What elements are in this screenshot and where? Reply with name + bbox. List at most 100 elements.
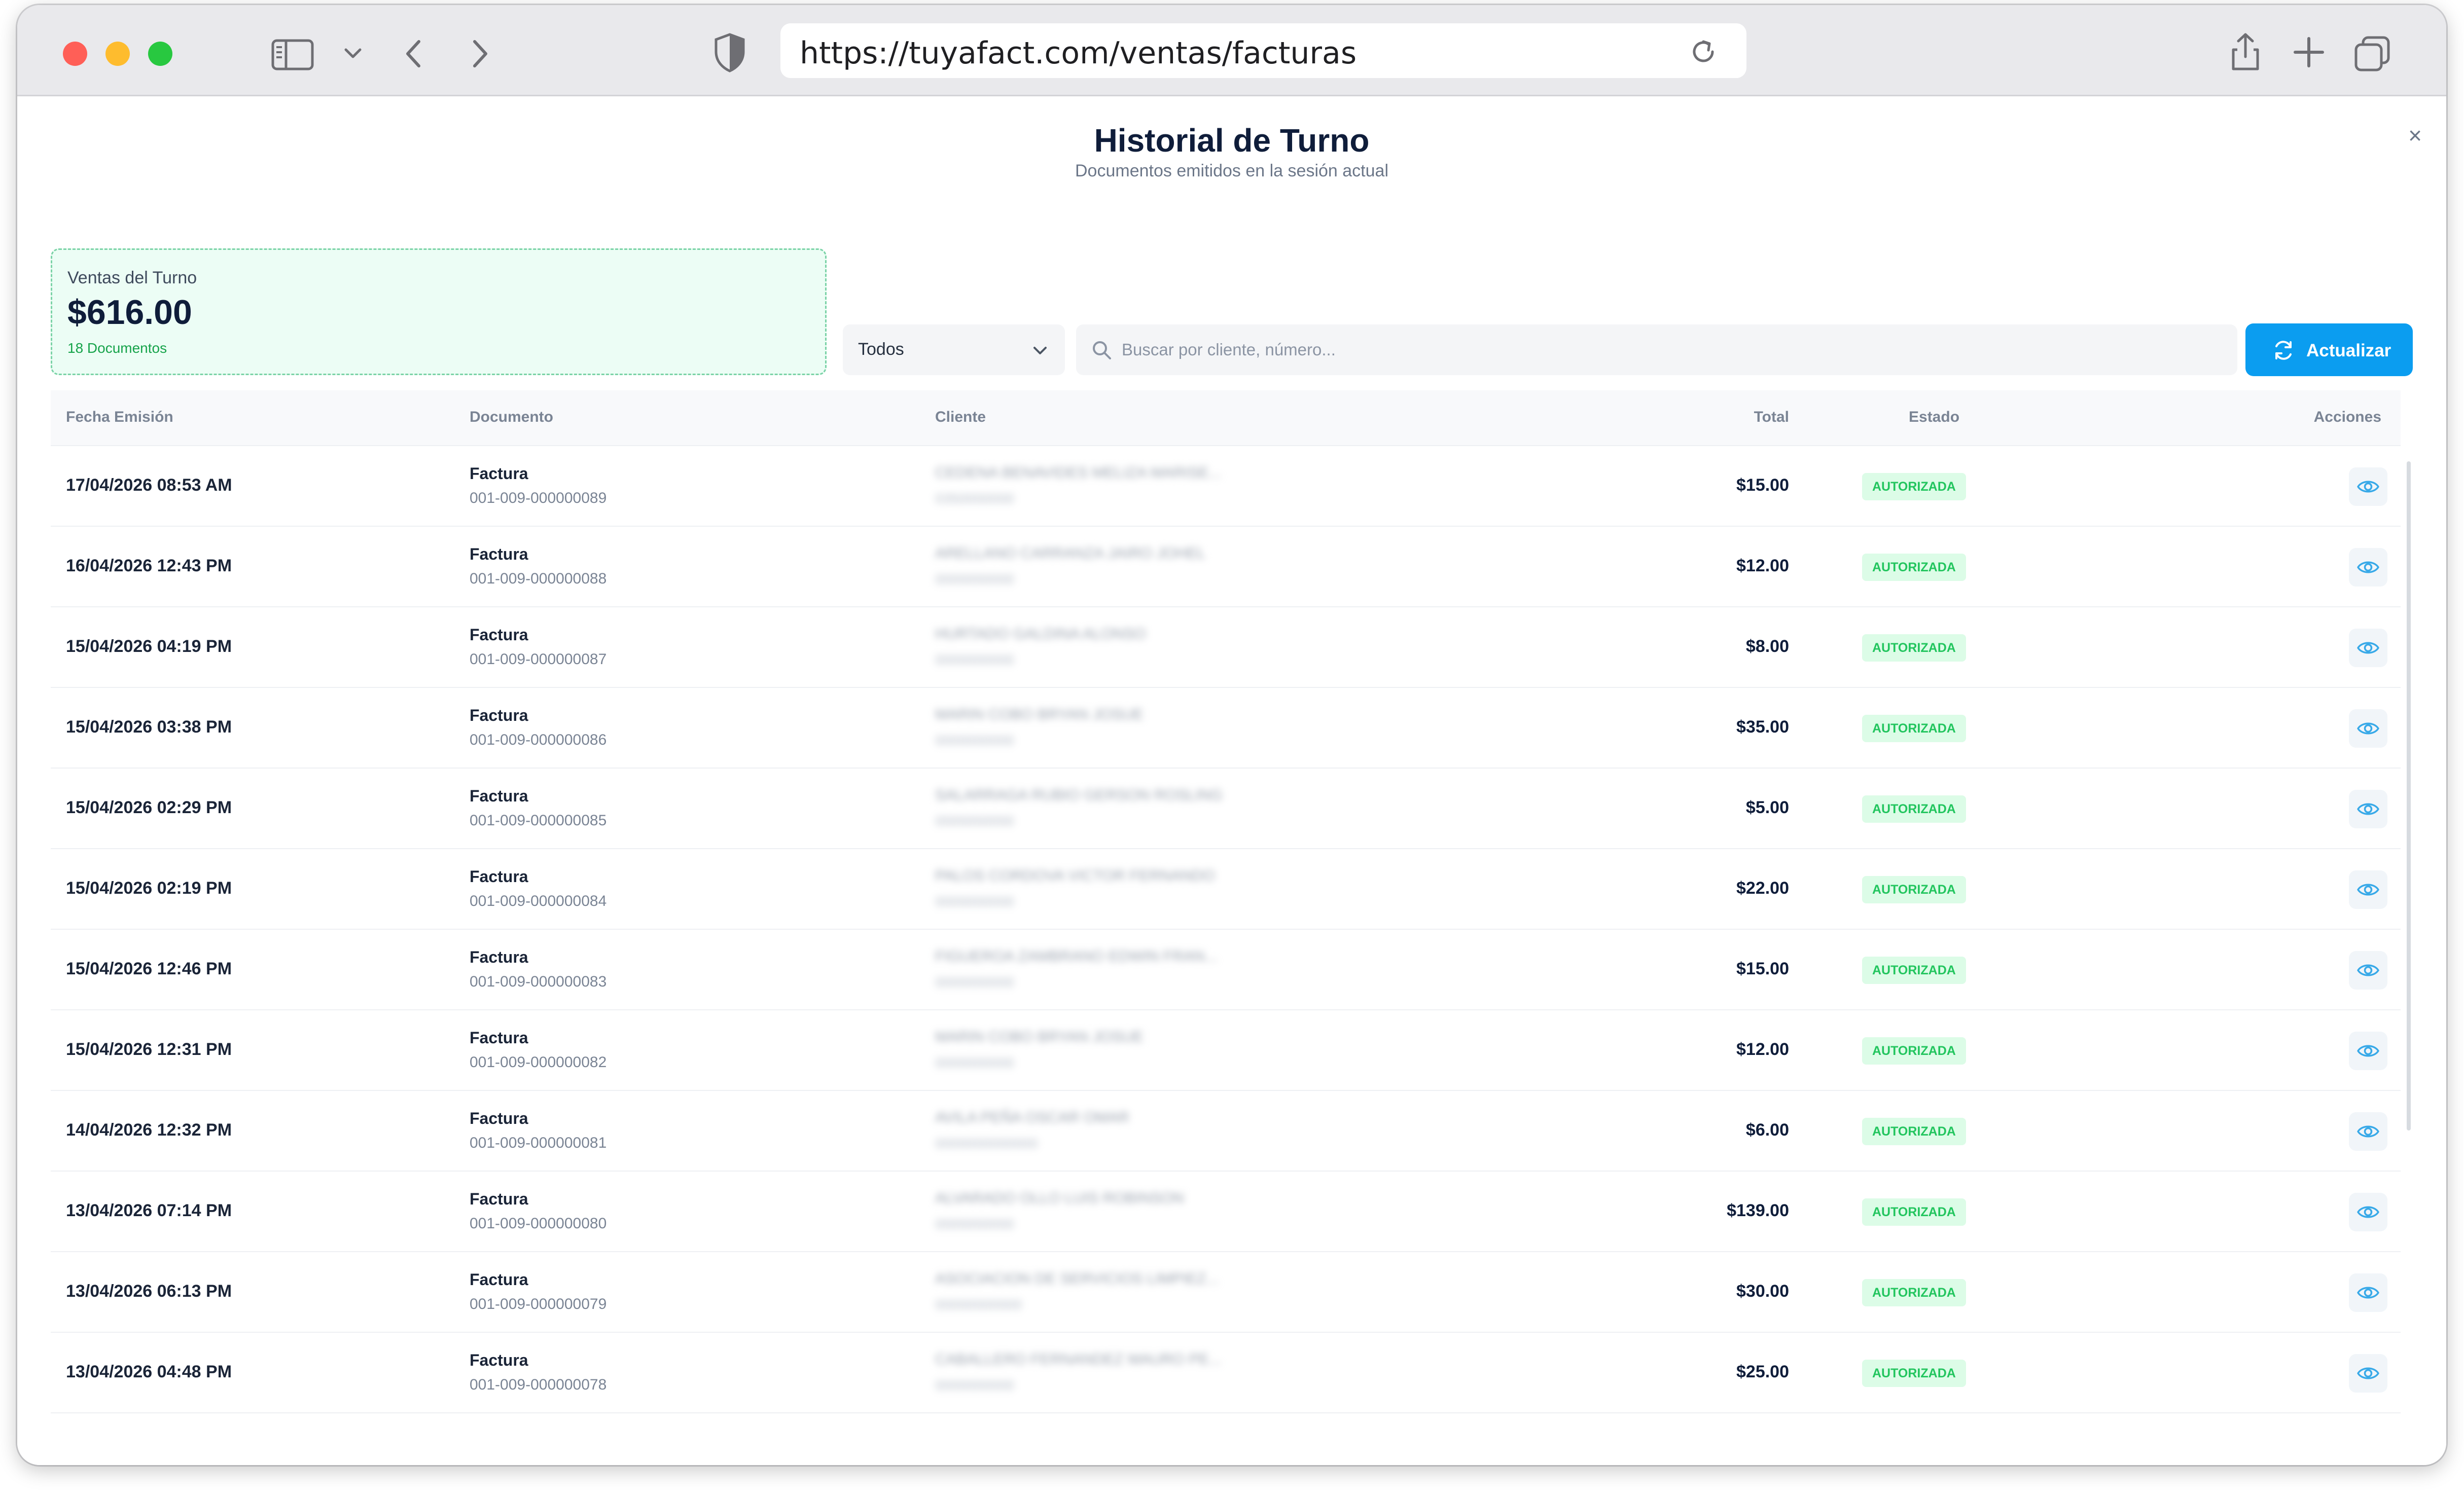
browser-toolbar: https://tuyafact.com/ventas/facturas: [17, 5, 2446, 96]
header-document: Documento: [470, 409, 553, 425]
document-number: 001-009-000000086: [470, 732, 607, 748]
table-row[interactable]: 16/04/2026 12:43 PM Factura 001-009-000000…: [51, 527, 2401, 607]
document-type: Factura: [470, 464, 528, 483]
status-badge: AUTORIZADA: [1862, 473, 1966, 500]
view-document-button[interactable]: [2349, 1354, 2387, 1393]
emission-date: 15/04/2026 12:31 PM: [66, 1040, 232, 1059]
share-icon[interactable]: [2228, 31, 2263, 72]
search-field[interactable]: [1076, 324, 2237, 375]
header-status: Estado: [1909, 409, 1960, 425]
view-document-button[interactable]: [2349, 870, 2387, 909]
status-badge: AUTORIZADA: [1862, 715, 1966, 742]
emission-date: 15/04/2026 03:38 PM: [66, 717, 232, 737]
document-number: 001-009-000000088: [470, 570, 607, 587]
table-scrollbar[interactable]: [2407, 461, 2411, 1130]
tab-overview-icon[interactable]: [2354, 35, 2390, 72]
emission-date: 17/04/2026 08:53 AM: [66, 476, 232, 495]
sidebar-toggle-icon[interactable]: [271, 39, 314, 71]
maximize-window-button[interactable]: [148, 42, 172, 66]
view-document-button[interactable]: [2349, 467, 2387, 506]
table-row[interactable]: 13/04/2026 07:14 PM Factura 001-009-000000…: [51, 1172, 2401, 1252]
table-row[interactable]: 17/04/2026 08:53 AM Factura 001-009-000000…: [51, 446, 2401, 527]
status-badge: AUTORIZADA: [1862, 554, 1966, 581]
view-document-button[interactable]: [2349, 790, 2387, 828]
status-badge: AUTORIZADA: [1862, 634, 1966, 662]
emission-date: 15/04/2026 12:46 PM: [66, 959, 232, 978]
table-row[interactable]: 13/04/2026 04:48 PM Factura 001-009-000000…: [51, 1333, 2401, 1413]
eye-icon: [2357, 1045, 2379, 1057]
client-id: 0000000000: [935, 1216, 1014, 1232]
client-name: ALVARADO OLLO LUIS ROBINSON: [935, 1190, 1184, 1207]
forward-arrow-icon[interactable]: [469, 38, 491, 70]
document-total: $5.00: [1745, 798, 1789, 817]
shift-history-modal: Historial de Turno Documentos emitidos e…: [17, 96, 2446, 1465]
client-id: 0000000000: [935, 1055, 1014, 1071]
document-type: Factura: [470, 626, 528, 644]
address-bar[interactable]: https://tuyafact.com/ventas/facturas: [780, 23, 1746, 78]
status-badge: AUTORIZADA: [1862, 1198, 1966, 1226]
emission-date: 13/04/2026 06:13 PM: [66, 1282, 232, 1301]
document-count: 18 Documentos: [67, 340, 167, 356]
client-name: PALOS CORDOVA VICTOR FERNANDO: [935, 867, 1215, 884]
header-actions: Acciones: [2313, 409, 2381, 425]
document-number: 001-009-000000080: [470, 1215, 607, 1232]
url-text: https://tuyafact.com/ventas/facturas: [800, 35, 1357, 71]
table-row[interactable]: 15/04/2026 12:46 PM Factura 001-009-000000…: [51, 930, 2401, 1010]
client-name: CABALLERO FERNANDEZ MAURO PE...: [935, 1351, 1222, 1368]
emission-date: 15/04/2026 02:29 PM: [66, 798, 232, 817]
eye-icon: [2357, 1125, 2379, 1138]
emission-date: 14/04/2026 12:32 PM: [66, 1120, 232, 1140]
table-row[interactable]: 15/04/2026 02:19 PM Factura 001-009-000000…: [51, 849, 2401, 930]
close-window-button[interactable]: [63, 42, 87, 66]
document-type: Factura: [470, 1351, 528, 1369]
shift-sales-amount: $616.00: [67, 293, 192, 332]
emission-date: 13/04/2026 07:14 PM: [66, 1201, 232, 1220]
view-document-button[interactable]: [2349, 1193, 2387, 1231]
chevron-down-icon[interactable]: [343, 46, 363, 61]
document-total: $12.00: [1736, 1040, 1789, 1059]
header-date: Fecha Emisión: [66, 409, 173, 425]
modal-title: Historial de Turno: [1094, 122, 1370, 159]
shift-sales-label: Ventas del Turno: [67, 268, 197, 287]
view-document-button[interactable]: [2349, 629, 2387, 667]
eye-icon: [2357, 1367, 2379, 1379]
back-arrow-icon[interactable]: [403, 38, 425, 70]
document-type: Factura: [470, 1190, 528, 1208]
view-document-button[interactable]: [2349, 1032, 2387, 1070]
close-icon[interactable]: ×: [2408, 122, 2422, 149]
table-row[interactable]: 15/04/2026 12:31 PM Factura 001-009-000000…: [51, 1010, 2401, 1091]
refresh-button[interactable]: Actualizar: [2245, 323, 2413, 376]
table-row[interactable]: 13/04/2026 06:13 PM Factura 001-009-000000…: [51, 1252, 2401, 1333]
client-id: 00000000000: [935, 1297, 1022, 1312]
view-document-button[interactable]: [2349, 1112, 2387, 1151]
search-input[interactable]: [1122, 324, 2227, 375]
client-id: 0000000000: [935, 571, 1014, 587]
table-row[interactable]: 15/04/2026 04:19 PM Factura 001-009-000000…: [51, 607, 2401, 688]
shift-sales-card: Ventas del Turno $616.00 18 Documentos: [51, 248, 827, 375]
client-name: MARIN COBO BRYAN JOSUE: [935, 706, 1144, 723]
emission-date: 13/04/2026 04:48 PM: [66, 1362, 232, 1381]
minimize-window-button[interactable]: [105, 42, 130, 66]
client-name: AVILA PEÑA OSCAR OMAR: [935, 1109, 1129, 1126]
table-row[interactable]: 15/04/2026 02:29 PM Factura 001-009-000000…: [51, 769, 2401, 849]
status-badge: AUTORIZADA: [1862, 1037, 1966, 1065]
view-document-button[interactable]: [2349, 951, 2387, 990]
view-document-button[interactable]: [2349, 1273, 2387, 1312]
client-id: 0000000000: [935, 894, 1014, 909]
document-type-select[interactable]: Todos: [843, 324, 1065, 375]
status-badge: AUTORIZADA: [1862, 1279, 1966, 1306]
eye-icon: [2357, 642, 2379, 654]
new-tab-icon[interactable]: [2292, 35, 2326, 69]
refresh-button-label: Actualizar: [2306, 341, 2391, 360]
eye-icon: [2357, 964, 2379, 976]
view-document-button[interactable]: [2349, 548, 2387, 587]
privacy-shield-icon[interactable]: [713, 32, 746, 73]
reload-icon[interactable]: [1688, 36, 1719, 67]
document-number: 001-009-000000082: [470, 1054, 607, 1071]
view-document-button[interactable]: [2349, 709, 2387, 748]
table-row[interactable]: 15/04/2026 03:38 PM Factura 001-009-000000…: [51, 688, 2401, 769]
document-total: $35.00: [1736, 717, 1789, 737]
table-row[interactable]: 14/04/2026 12:32 PM Factura 001-009-000000…: [51, 1091, 2401, 1172]
status-badge: AUTORIZADA: [1862, 957, 1966, 984]
client-name: ARELLANO CARRANZA JAIRO JOHEL: [935, 545, 1206, 562]
